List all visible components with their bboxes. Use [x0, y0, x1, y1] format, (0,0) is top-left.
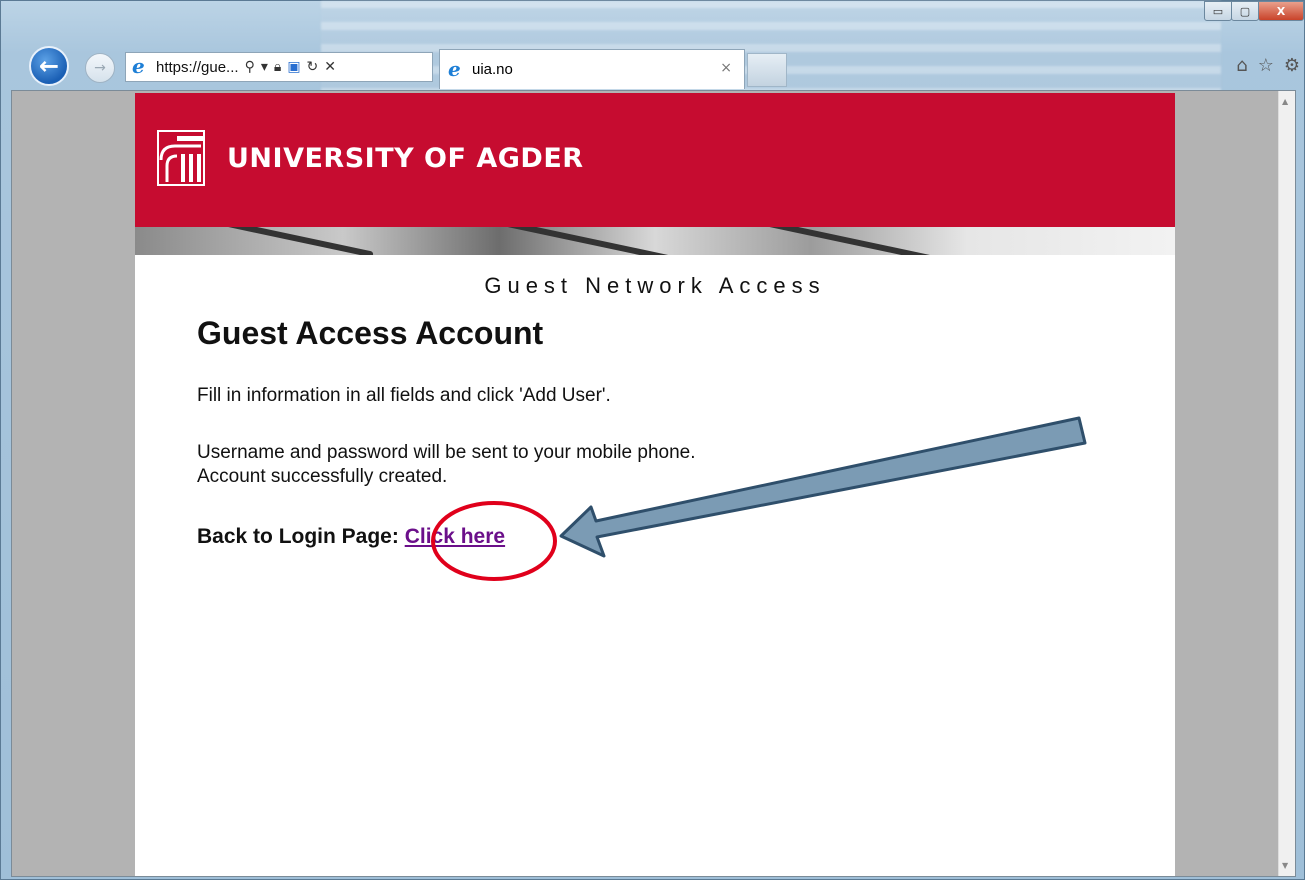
header-photo — [135, 227, 1175, 255]
new-tab-button[interactable] — [747, 53, 787, 87]
navigation-bar: ← → e https://gue... ⚲ ▾ 🔒︎ ▣ ↻ ✕ e uia.… — [1, 45, 1305, 89]
stop-icon[interactable]: ✕ — [324, 59, 336, 75]
sms-notice: Username and password will be sent to yo… — [197, 442, 696, 463]
search-icon[interactable]: ⚲ — [245, 59, 255, 75]
university-logo-icon — [157, 130, 205, 186]
page-viewport: UNIVERSITY OF AGDER Guest Network Access… — [11, 90, 1296, 877]
header-banner: UNIVERSITY OF AGDER — [135, 93, 1175, 227]
scroll-up-icon[interactable]: ▲ — [1282, 97, 1288, 106]
university-name: UNIVERSITY OF AGDER — [227, 143, 584, 174]
page-subtitle: Guest Network Access — [484, 273, 826, 298]
window-controls: ▭ ▢ X — [1204, 1, 1304, 23]
restore-button[interactable]: ▢ — [1231, 1, 1259, 21]
ie-icon: e — [448, 56, 461, 81]
click-here-link[interactable]: Click here — [405, 525, 505, 548]
forward-button[interactable]: → — [85, 53, 115, 83]
dropdown-icon[interactable]: ▾ — [261, 59, 268, 75]
page-title: Guest Access Account — [197, 315, 544, 351]
back-to-login: Back to Login Page: Click here — [197, 525, 505, 549]
instruction-text: Fill in information in all fields and cl… — [197, 385, 611, 406]
back-arrow-icon: ← — [38, 52, 60, 80]
success-message: Account successfully created. — [197, 466, 448, 487]
scroll-down-icon[interactable]: ▼ — [1282, 861, 1288, 870]
vertical-scrollbar[interactable]: ▲ ▼ — [1278, 91, 1295, 876]
lock-icon[interactable]: 🔒︎ — [274, 59, 281, 75]
address-tools: ⚲ ▾ 🔒︎ ▣ ↻ ✕ — [245, 59, 336, 75]
address-text[interactable]: https://gue... — [156, 59, 239, 76]
compat-icon[interactable]: ▣ — [287, 59, 300, 75]
settings-icon[interactable]: ⚙ — [1284, 55, 1300, 76]
toolbar-icons: ⌂ ☆ ⚙ — [1236, 55, 1300, 76]
refresh-icon[interactable]: ↻ — [307, 59, 319, 75]
back-button[interactable]: ← — [29, 46, 69, 86]
web-page: UNIVERSITY OF AGDER Guest Network Access… — [135, 93, 1175, 876]
forward-arrow-icon: → — [94, 60, 106, 76]
address-bar[interactable]: e https://gue... ⚲ ▾ 🔒︎ ▣ ↻ ✕ — [125, 52, 433, 82]
back-label: Back to Login Page: — [197, 525, 399, 548]
tab-uia[interactable]: e uia.no × — [439, 49, 745, 89]
minimize-button[interactable]: ▭ — [1204, 1, 1232, 21]
ie-icon: e — [132, 54, 145, 78]
browser-window: ▭ ▢ X ← → e https://gue... ⚲ ▾ 🔒︎ ▣ ↻ ✕ … — [0, 0, 1305, 880]
home-icon[interactable]: ⌂ — [1236, 55, 1247, 76]
status-text: Username and password will be sent to yo… — [197, 441, 696, 489]
tab-close-icon[interactable]: × — [720, 60, 732, 76]
close-button[interactable]: X — [1258, 1, 1304, 21]
tab-title: uia.no — [472, 61, 513, 78]
favorites-icon[interactable]: ☆ — [1258, 55, 1274, 76]
